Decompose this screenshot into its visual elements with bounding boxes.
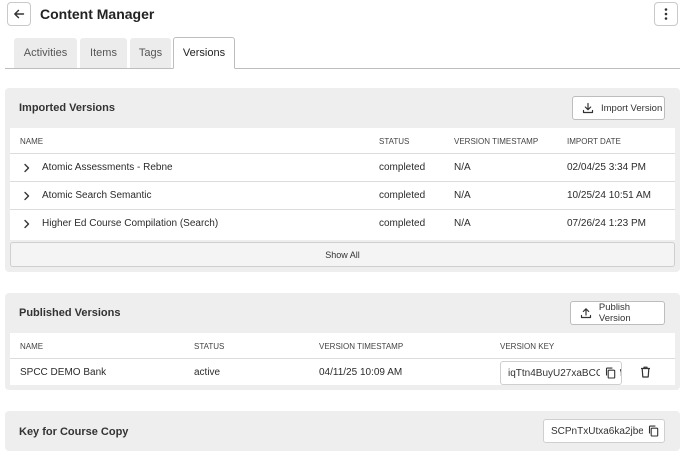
table-row[interactable]: Higher Ed Course Compilation (Search) co… bbox=[10, 209, 675, 237]
version-key-field[interactable]: iqTtn4BuyU27xaBCCqLM bbox=[500, 361, 622, 385]
chevron-right-icon[interactable] bbox=[23, 191, 31, 201]
import-date: 10/25/24 10:51 AM bbox=[567, 190, 651, 201]
column-header-version-key: VERSION KEY bbox=[500, 342, 555, 351]
version-status: completed bbox=[379, 162, 426, 173]
column-header-status: STATUS bbox=[194, 342, 225, 351]
download-icon bbox=[581, 101, 595, 115]
import-date: 07/26/24 1:23 PM bbox=[567, 218, 646, 229]
column-header-name: NAME bbox=[20, 342, 44, 351]
back-button[interactable] bbox=[7, 2, 31, 26]
import-version-button[interactable]: Import Version bbox=[572, 96, 665, 120]
chevron-right-icon[interactable] bbox=[23, 219, 31, 229]
copy-icon bbox=[648, 425, 658, 437]
more-options-button[interactable] bbox=[654, 2, 678, 26]
published-versions-title: Published Versions bbox=[19, 307, 121, 319]
upload-icon bbox=[579, 306, 593, 320]
version-status: active bbox=[194, 367, 221, 378]
page-title: Content Manager bbox=[40, 6, 155, 22]
version-timestamp: N/A bbox=[454, 162, 471, 173]
published-versions-table: NAME STATUS VERSION TIMESTAMP VERSION KE… bbox=[10, 333, 675, 385]
tab-versions[interactable]: Versions bbox=[173, 37, 235, 69]
trash-icon bbox=[640, 366, 650, 378]
tab-items[interactable]: Items bbox=[80, 38, 127, 68]
column-header-import-date: IMPORT DATE bbox=[567, 137, 621, 146]
kebab-icon bbox=[664, 8, 668, 20]
column-header-status: STATUS bbox=[379, 137, 410, 146]
show-all-button[interactable]: Show All bbox=[10, 242, 675, 267]
tab-bar: Activities Items Tags Versions bbox=[5, 37, 680, 69]
version-status: completed bbox=[379, 218, 426, 229]
imported-versions-title: Imported Versions bbox=[19, 102, 115, 114]
copy-icon bbox=[605, 367, 615, 379]
version-name: Atomic Search Semantic bbox=[42, 190, 152, 201]
table-row: SPCC DEMO Bank active 04/11/25 10:09 AM … bbox=[10, 358, 675, 386]
publish-version-button[interactable]: Publish Version bbox=[570, 301, 665, 325]
import-date: 02/04/25 3:34 PM bbox=[567, 162, 646, 173]
version-timestamp: N/A bbox=[454, 218, 471, 229]
version-timestamp: N/A bbox=[454, 190, 471, 201]
tab-activities[interactable]: Activities bbox=[14, 38, 77, 68]
tab-tags[interactable]: Tags bbox=[130, 38, 171, 68]
arrow-left-icon bbox=[14, 9, 25, 19]
copy-course-key-button[interactable] bbox=[643, 422, 663, 440]
column-header-name: NAME bbox=[20, 137, 44, 146]
publish-version-label: Publish Version bbox=[598, 302, 631, 324]
course-copy-key-field[interactable]: SCPnTxUtxa6ka2jbeLQp bbox=[543, 419, 665, 443]
version-name: Higher Ed Course Compilation (Search) bbox=[42, 218, 219, 229]
imported-versions-panel: Imported Versions Import Version NAME ST… bbox=[5, 88, 680, 272]
course-copy-panel: Key for Course Copy SCPnTxUtxa6ka2jbeLQp bbox=[5, 411, 680, 451]
version-name: SPCC DEMO Bank bbox=[20, 367, 107, 378]
table-row[interactable]: Atomic Assessments - Rebne completed N/A… bbox=[10, 153, 675, 181]
table-row[interactable]: Atomic Search Semantic completed N/A 10/… bbox=[10, 181, 675, 209]
import-version-label: Import Version bbox=[601, 102, 663, 114]
version-name: Atomic Assessments - Rebne bbox=[42, 162, 173, 173]
column-header-version-timestamp: VERSION TIMESTAMP bbox=[454, 137, 539, 146]
app-header: Content Manager bbox=[0, 0, 688, 32]
published-versions-panel: Published Versions Publish Version NAME … bbox=[5, 293, 680, 390]
version-timestamp: 04/11/25 10:09 AM bbox=[319, 367, 403, 378]
column-header-version-timestamp: VERSION TIMESTAMP bbox=[319, 342, 404, 351]
delete-version-button[interactable] bbox=[638, 365, 652, 379]
copy-version-key-button[interactable] bbox=[600, 364, 620, 382]
chevron-right-icon[interactable] bbox=[23, 163, 31, 173]
course-copy-title: Key for Course Copy bbox=[19, 426, 129, 438]
version-status: completed bbox=[379, 190, 426, 201]
imported-versions-table: NAME STATUS VERSION TIMESTAMP IMPORT DAT… bbox=[10, 128, 675, 240]
